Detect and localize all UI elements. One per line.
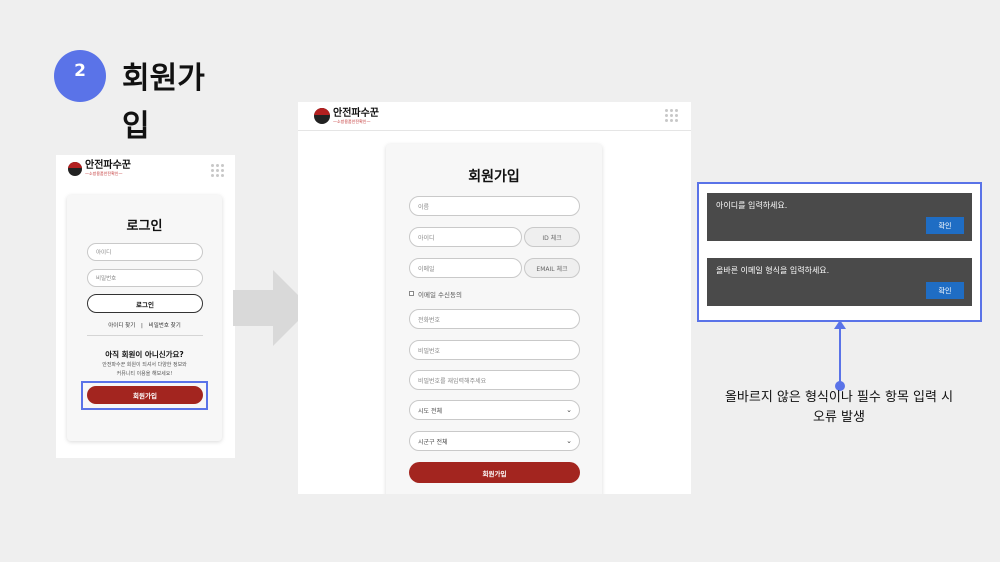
signup-highlight-box xyxy=(81,381,208,410)
alerts-highlight-box: 아이디를 입력하세요. 확인 올바른 이메일 형식을 입력하세요. 확인 xyxy=(697,182,982,322)
id-check-button[interactable]: ID 체크 xyxy=(524,227,580,247)
chevron-down-icon: ⌄ xyxy=(566,437,572,445)
city-select-value: 시군구 전체 xyxy=(418,438,448,446)
password-confirm-input[interactable]: 비밀번호를 재입력해주세요 xyxy=(409,370,580,390)
brand-logo[interactable]: 안전파수꾼 —소방용품안전확인— xyxy=(314,108,379,124)
alert-ok-button[interactable]: 확인 xyxy=(926,217,964,234)
logo-helmet-icon xyxy=(314,108,330,124)
step-number: 2 xyxy=(74,61,86,81)
login-button[interactable]: 로그인 xyxy=(87,294,203,313)
alert-dialog-id: 아이디를 입력하세요. 확인 xyxy=(707,193,972,241)
divider xyxy=(87,335,203,336)
link-separator: | xyxy=(141,323,143,329)
find-password-link[interactable]: 비밀번호 찾기 xyxy=(149,323,181,329)
alert-dialog-email: 올바른 이메일 형식을 입력하세요. 확인 xyxy=(707,258,972,306)
logo-helmet-icon xyxy=(68,161,82,176)
brand-tagline: —소방용품안전확인— xyxy=(85,171,123,176)
phone-input[interactable]: 전화번호 xyxy=(409,309,580,329)
not-member-heading: 아직 회원이 아니신가요? xyxy=(105,350,184,359)
alert-message: 올바른 이메일 형식을 입력하세요. xyxy=(716,266,830,275)
brand-name: 안전파수꾼 xyxy=(333,107,379,119)
name-input[interactable]: 이름 xyxy=(409,196,580,216)
city-select[interactable]: 시군구 전체 ⌄ xyxy=(409,431,580,451)
signup-desc-line2: 커뮤니티 이용을 해보세요! xyxy=(116,371,173,377)
alert-message: 아이디를 입력하세요. xyxy=(716,201,788,210)
signup-desc-line1: 안전파수꾼 회원이 되셔서 다양한 정보와 xyxy=(102,362,187,368)
find-id-link[interactable]: 아이디 찾기 xyxy=(108,323,135,329)
signup-card: 회원가입 이름 아이디 ID 체크 이메일 EMAIL 체크 이메일 수신동의 … xyxy=(386,144,602,494)
signup-submit-button[interactable]: 회원가입 xyxy=(409,462,580,483)
login-password-input[interactable]: 비밀번호 xyxy=(87,269,203,287)
login-title: 로그인 xyxy=(126,219,163,234)
chevron-down-icon: ⌄ xyxy=(566,406,572,414)
province-select[interactable]: 시도 전체 ⌄ xyxy=(409,400,580,420)
email-consent-checkbox[interactable] xyxy=(409,291,414,296)
annotation-line1: 올바르지 않은 형식이나 필수 항목 입력 시 xyxy=(724,390,954,405)
login-id-input[interactable]: 아이디 xyxy=(87,243,203,261)
brand-logo[interactable]: 안전파수꾼 —소방용품안전확인— xyxy=(68,161,131,176)
find-links: 아이디 찾기 | 비밀번호 찾기 xyxy=(67,321,222,329)
menu-grid-icon[interactable] xyxy=(211,164,224,177)
email-check-button[interactable]: EMAIL 체크 xyxy=(524,258,580,278)
email-consent-label: 이메일 수신동의 xyxy=(418,291,462,299)
annotation-connector xyxy=(834,320,846,391)
header-divider xyxy=(298,130,691,131)
signup-screen: 안전파수꾼 —소방용품안전확인— 회원가입 이름 아이디 ID 체크 이메일 E… xyxy=(298,102,691,494)
email-input[interactable]: 이메일 xyxy=(409,258,522,278)
id-input[interactable]: 아이디 xyxy=(409,227,522,247)
login-screen: 안전파수꾼 —소방용품안전확인— 로그인 아이디 비밀번호 로그인 아이디 찾기… xyxy=(56,155,235,458)
step-title: 회원가입 xyxy=(122,61,205,144)
menu-grid-icon[interactable] xyxy=(665,109,678,122)
signup-title: 회원가입 xyxy=(468,169,520,185)
password-input[interactable]: 비밀번호 xyxy=(409,340,580,360)
province-select-value: 시도 전체 xyxy=(418,407,442,415)
annotation-line2: 오류 발생 xyxy=(813,410,865,425)
brand-tagline: —소방용품안전확인— xyxy=(333,118,371,124)
step-number-badge: 2 xyxy=(54,50,106,102)
brand-name: 안전파수꾼 xyxy=(85,160,131,171)
alert-ok-button[interactable]: 확인 xyxy=(926,282,964,299)
